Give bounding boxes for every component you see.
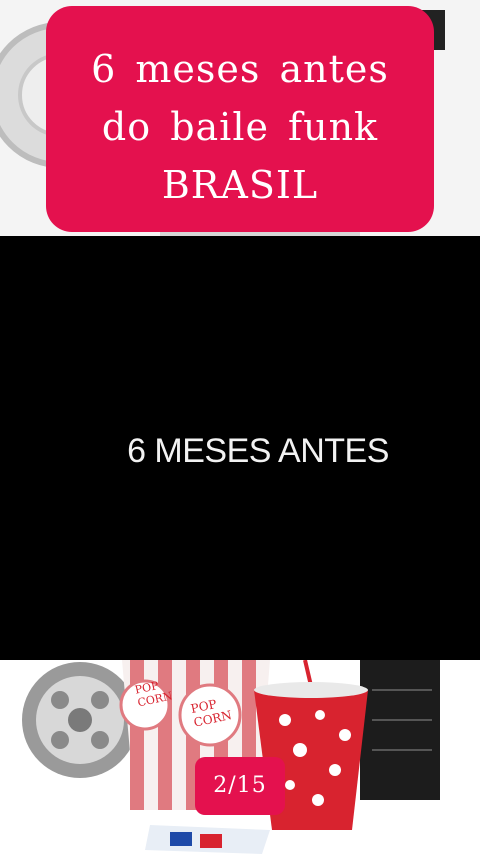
video-caption: 6 MESES ANTES — [127, 432, 389, 470]
title-line-2: do baile funk — [101, 105, 379, 149]
title-line-1: 6 meses antes — [91, 47, 389, 91]
title-line-3: BRASIL — [161, 163, 319, 207]
page-indicator: 2/15 — [195, 757, 285, 815]
ticket-icon — [145, 825, 270, 854]
title-card: 6 meses antes do baile funk BRASIL — [46, 6, 434, 232]
clapperboard-icon — [360, 660, 440, 800]
